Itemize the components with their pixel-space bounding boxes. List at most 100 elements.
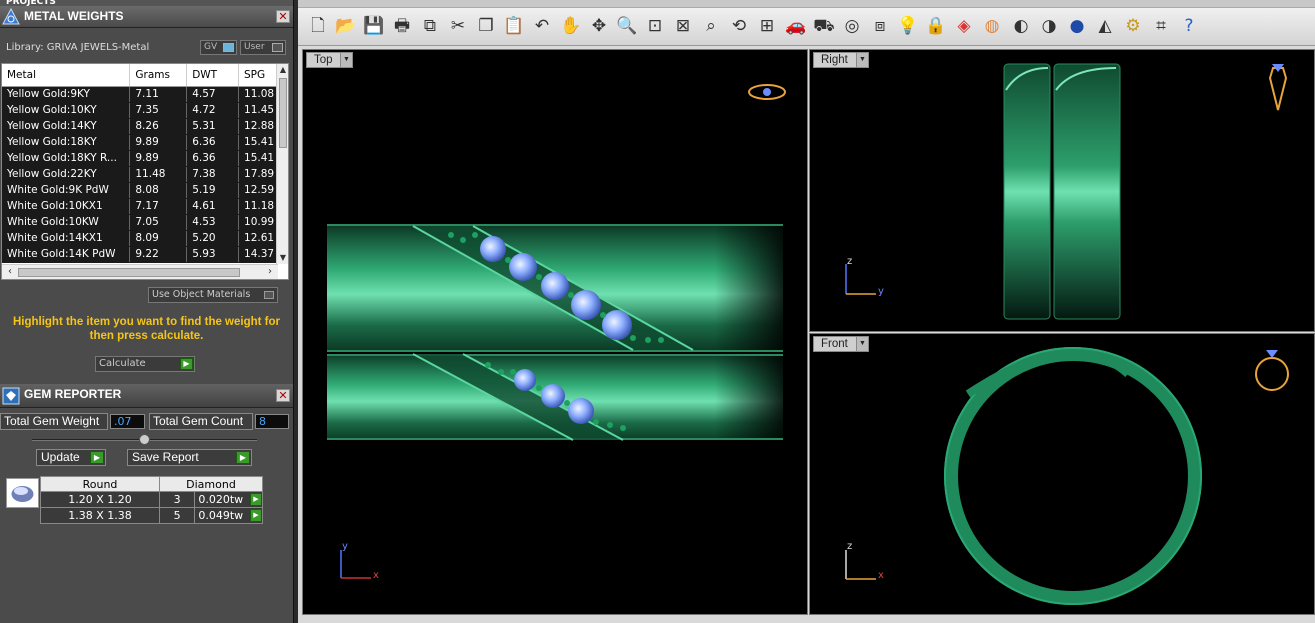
metal-row[interactable]: Yellow Gold:22KY 11.48 7.38 17.89	[2, 166, 278, 183]
shade-icon[interactable]: ◐	[1009, 14, 1033, 38]
metal-row[interactable]: White Gold:10KW 7.05 4.53 10.99	[2, 214, 278, 231]
metal-table-vscroll[interactable]: ▲ ▼	[276, 64, 288, 264]
metal-row[interactable]: White Gold:14KX1 8.09 5.20 12.61	[2, 230, 278, 247]
ring-thumbnail-icon	[748, 84, 786, 100]
use-object-materials-toggle[interactable]: Use Object Materials	[148, 287, 278, 303]
save-report-label: Save Report	[132, 450, 199, 464]
gem-row[interactable]: 1.20 X 1.20 3 0.020tw ▶	[40, 491, 263, 508]
gv-toggle[interactable]: GV	[200, 40, 237, 55]
metal-row[interactable]: Yellow Gold:18KY 9.89 6.36 15.41	[2, 134, 278, 151]
hscroll-thumb[interactable]	[18, 268, 240, 277]
copy-doc-icon[interactable]: ⧉	[418, 14, 442, 38]
col-metal[interactable]: Metal	[2, 64, 131, 87]
user-toggle[interactable]: User	[240, 40, 286, 55]
zoom-window-icon[interactable]: ⊡	[643, 14, 667, 38]
car-icon[interactable]: 🚗	[784, 14, 808, 38]
gem-weight: 0.020tw ▶	[194, 491, 263, 508]
metal-weights-header: METAL WEIGHTS ✕	[0, 6, 293, 28]
user-radio[interactable]	[272, 43, 283, 52]
scroll-up-icon[interactable]: ▲	[278, 65, 288, 75]
car-outline-icon[interactable]: ⛟	[812, 14, 836, 38]
metal-name: Yellow Gold:22KY	[2, 166, 131, 183]
zoom-selected-icon[interactable]: ⌕	[699, 14, 723, 38]
metal-weights-title: METAL WEIGHTS	[24, 9, 124, 23]
gem-row[interactable]: 1.38 X 1.38 5 0.049tw ▶	[40, 507, 263, 524]
metal-dwt: 7.38	[186, 166, 240, 183]
update-button[interactable]: Update ▶	[36, 449, 106, 466]
metal-row[interactable]: Yellow Gold:9KY 7.11 4.57 11.08	[2, 86, 278, 103]
gv-radio[interactable]	[223, 43, 234, 52]
rotate-view-icon[interactable]: ✥	[587, 14, 611, 38]
sphere-icon[interactable]: ●	[1065, 14, 1089, 38]
close-gem-reporter-button[interactable]: ✕	[276, 389, 290, 402]
use-object-materials-radio[interactable]	[264, 291, 274, 299]
col-dwt[interactable]: DWT	[186, 64, 240, 87]
round-gem-icon[interactable]	[6, 478, 39, 508]
viewport-right[interactable]: Right ▼ z y	[809, 49, 1315, 332]
metal-table-hscroll[interactable]: ‹ ›	[2, 264, 278, 279]
open-icon[interactable]: 📂	[334, 14, 358, 38]
metal-row[interactable]: Yellow Gold:14KY 8.26 5.31 12.88	[2, 118, 278, 135]
metal-row[interactable]: Yellow Gold:10KY 7.35 4.72 11.45	[2, 102, 278, 119]
help-icon[interactable]: ?	[1177, 14, 1201, 38]
scroll-down-icon[interactable]: ▼	[278, 253, 288, 263]
viewport-top[interactable]: Top ▼ y x	[302, 49, 808, 615]
calculate-button[interactable]: Calculate ▶	[95, 356, 195, 372]
save-report-button[interactable]: Save Report ▶	[127, 449, 252, 466]
target-icon[interactable]: ◎	[840, 14, 864, 38]
pan-icon[interactable]: ✋	[559, 14, 583, 38]
save-icon[interactable]: 💾	[362, 14, 386, 38]
gem-slider-knob[interactable]	[139, 434, 150, 445]
snap-icon[interactable]: ⧈	[868, 14, 892, 38]
zoom-extents-icon[interactable]: ⊠	[671, 14, 695, 38]
print-icon[interactable]: 🖶	[390, 14, 414, 38]
metal-grams: 7.11	[129, 86, 188, 103]
metal-table-header: Metal Grams DWT SPG	[2, 64, 278, 87]
metal-row[interactable]: White Gold:10KX1 7.17 4.61 11.18	[2, 198, 278, 215]
col-spg[interactable]: SPG	[238, 64, 278, 87]
bulb-icon[interactable]: 💡	[896, 14, 920, 38]
layers-icon[interactable]: ◈	[952, 14, 976, 38]
copy-icon[interactable]: ❐	[474, 14, 498, 38]
ring-front-view	[845, 347, 1289, 605]
close-metal-weights-button[interactable]: ✕	[276, 10, 290, 23]
metal-row[interactable]: White Gold:9K PdW 8.08 5.19 12.59	[2, 182, 278, 199]
axis-y-label: y	[342, 541, 348, 552]
spotlight-icon[interactable]: ◭	[1093, 14, 1117, 38]
undo-icon[interactable]: ↶	[530, 14, 554, 38]
play-icon: ▶	[180, 358, 193, 370]
hint-text: Highlight the item you want to find the …	[12, 316, 281, 342]
render-icon[interactable]: ◑	[1037, 14, 1061, 38]
metal-row[interactable]: White Gold:14K PdW 9.22 5.93 14.37	[2, 246, 278, 263]
settings-icon[interactable]: ⚙	[1121, 14, 1145, 38]
scroll-left-icon[interactable]: ‹	[4, 266, 16, 278]
metal-dwt: 6.36	[186, 150, 240, 167]
viewport-front[interactable]: Front ▼ z x	[809, 333, 1315, 615]
play-icon[interactable]: ▶	[250, 493, 262, 506]
axis-y-label: y	[878, 286, 884, 297]
metal-spg: 12.88	[238, 118, 278, 135]
new-icon[interactable]: 🗋	[306, 14, 330, 38]
metal-spg: 11.18	[238, 198, 278, 215]
vscroll-thumb[interactable]	[279, 78, 287, 148]
lock-icon[interactable]: 🔒	[924, 14, 948, 38]
play-icon[interactable]: ▶	[250, 509, 262, 522]
gem-size: 1.38 X 1.38	[40, 507, 160, 524]
zoom-icon[interactable]: 🔍	[615, 14, 639, 38]
gem-reporter-title: GEM REPORTER	[24, 387, 122, 401]
metal-row[interactable]: Yellow Gold:18KY R... 9.89 6.36 15.41	[2, 150, 278, 167]
col-grams[interactable]: Grams	[129, 64, 188, 87]
crop-icon[interactable]: ⌗	[1149, 14, 1173, 38]
paste-icon[interactable]: 📋	[502, 14, 526, 38]
color-wheel-icon[interactable]: ◍	[980, 14, 1004, 38]
scroll-right-icon[interactable]: ›	[264, 266, 276, 278]
play-icon: ▶	[236, 451, 250, 464]
main-workspace: 🗋 📂 💾 🖶 ⧉ ✂ ❐ 📋 ↶ ✋ ✥ 🔍 ⊡ ⊠ ⌕ ⟲ ⊞ 🚗 ⛟ ◎ ⧈ 💡 🔒 ◈ ◍ ◐ ◑ ● ◭ ⚙ ⌗? Top ▼	[298, 0, 1315, 623]
ring-right-view	[845, 63, 1288, 320]
gem-list-area: Round Diamond 1.20 X 1.20 3 0.020tw ▶ 1.…	[0, 468, 289, 623]
rotate-icon[interactable]: ⟲	[727, 14, 751, 38]
cut-icon[interactable]: ✂	[446, 14, 470, 38]
metal-grams: 7.17	[129, 198, 188, 215]
four-views-icon[interactable]: ⊞	[755, 14, 779, 38]
use-object-materials-label: Use Object Materials	[152, 289, 251, 300]
